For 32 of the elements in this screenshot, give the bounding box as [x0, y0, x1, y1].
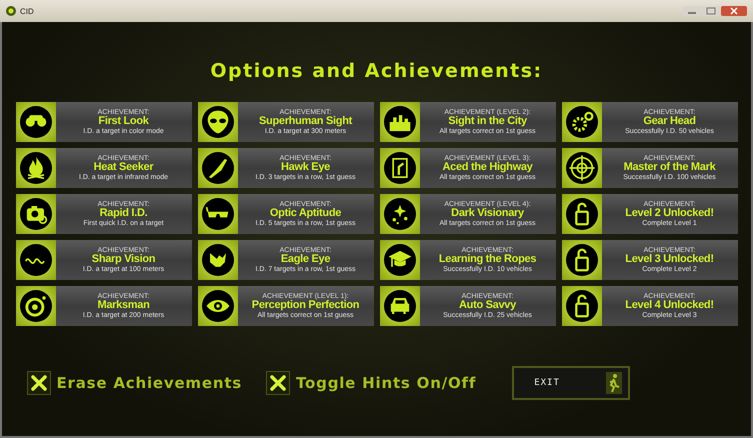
- maximize-icon[interactable]: [702, 6, 720, 16]
- achievement-title: Level 2 Unlocked!: [625, 208, 714, 220]
- achievement-title: Optic Aptitude: [270, 208, 342, 220]
- achievement-title: Hawk Eye: [281, 162, 330, 174]
- close-icon[interactable]: [721, 6, 747, 16]
- achievement-title: Rapid I.D.: [100, 208, 148, 220]
- option-button[interactable]: Erase Achievements: [26, 371, 242, 395]
- page-heading: Options and Achievements:: [210, 60, 543, 82]
- close-icon: [266, 371, 290, 395]
- achievement-title: Aced the Highway: [442, 162, 532, 174]
- achievement-title: Level 3 Unlocked!: [625, 254, 714, 266]
- achievement-title: Heat Seeker: [94, 162, 154, 174]
- achievement-title: Auto Savvy: [459, 300, 516, 312]
- achievement-title: Perception Perfection: [252, 300, 360, 312]
- exit-button[interactable]: EXIT: [512, 366, 630, 400]
- achievement-title: Superhuman Sight: [259, 116, 352, 128]
- achievement-title: Sharp Vision: [92, 254, 156, 266]
- achievement-title: Marksman: [97, 300, 150, 312]
- achievement-title: Level 4 Unlocked!: [625, 300, 714, 312]
- achievement-title: First Look: [98, 116, 149, 128]
- achievement-title: Dark Visionary: [451, 208, 524, 220]
- achievement-title: Learning the Ropes: [438, 254, 536, 266]
- close-icon: [26, 371, 50, 395]
- achievement-title: Master of the Mark: [624, 162, 716, 174]
- achievement-title: Eagle Eye: [280, 254, 330, 266]
- achievement-title: Gear Head: [643, 116, 696, 128]
- achievement-title: Sight in the City: [448, 116, 527, 128]
- app-icon: [6, 6, 16, 16]
- minimize-icon[interactable]: [683, 6, 701, 16]
- running-man-icon: [606, 372, 622, 394]
- option-button[interactable]: Toggle Hints On/Off: [266, 371, 476, 395]
- window-title: CID: [20, 6, 34, 16]
